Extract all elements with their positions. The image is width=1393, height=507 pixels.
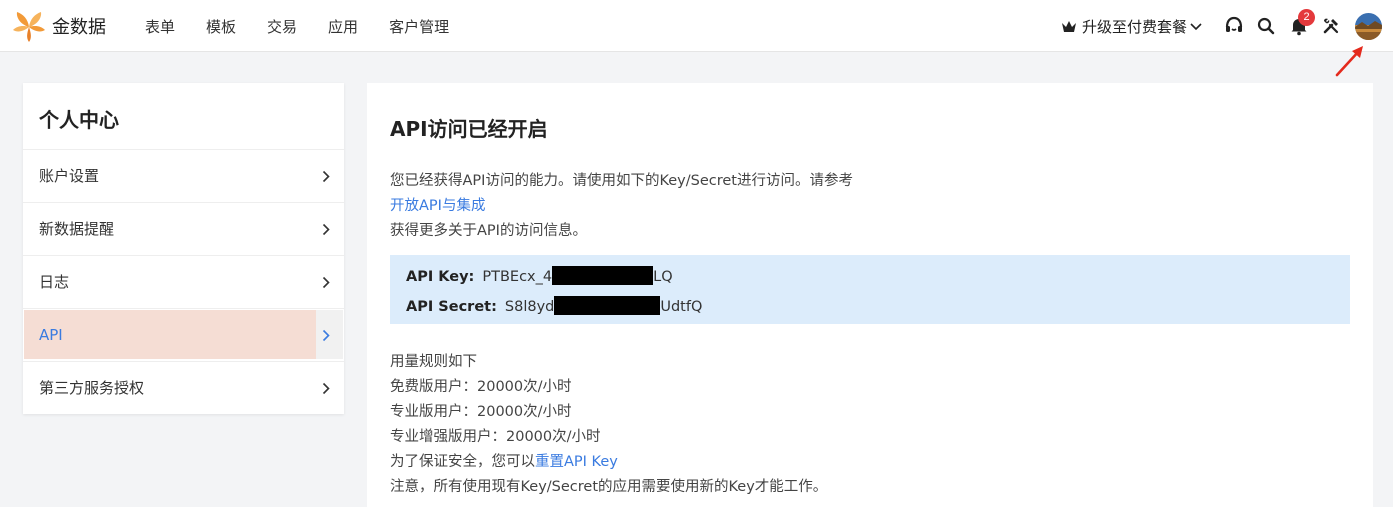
chevron-right-icon [322, 223, 330, 236]
sidebar-item-label: 第三方服务授权 [39, 379, 145, 397]
sidebar-item-logs[interactable]: 日志 [23, 256, 344, 309]
sidebar-item-label: 新数据提醒 [39, 220, 115, 238]
nav-templates[interactable]: 模板 [206, 16, 236, 37]
open-api-link[interactable]: 开放API与集成 [390, 194, 485, 215]
upgrade-dropdown[interactable]: 升级至付费套餐 [1061, 16, 1202, 37]
user-avatar[interactable] [1355, 13, 1382, 40]
top-navigation-bar: 金数据 表单 模板 交易 应用 客户管理 升级至付费套餐 2 [0, 0, 1393, 52]
chevron-down-icon [1190, 22, 1202, 30]
api-secret-suffix[interactable]: UdtfQ [660, 299, 702, 315]
chevron-right-icon [322, 276, 330, 289]
tools-icon[interactable] [1321, 16, 1341, 36]
main-nav: 表单 模板 交易 应用 客户管理 [145, 16, 480, 37]
sidebar-title: 个人中心 [23, 83, 344, 150]
nav-customer-management[interactable]: 客户管理 [389, 16, 449, 37]
security-line: 为了保证安全，您可以重置API Key [390, 450, 618, 471]
sidebar-item-label: API [39, 326, 63, 344]
chevron-right-icon [322, 382, 330, 395]
search-icon[interactable] [1256, 16, 1276, 36]
main-panel: API访问已经开启 您已经获得API访问的能力。请使用如下的Key/Secret… [367, 83, 1373, 507]
active-highlight [24, 310, 316, 359]
reset-api-key-link[interactable]: 重置API Key [535, 454, 618, 470]
redacted-bar [552, 266, 654, 285]
api-key-label: API Key: [406, 269, 475, 285]
nav-forms[interactable]: 表单 [145, 16, 175, 37]
sidebar-item-label: 日志 [39, 273, 70, 291]
sidebar-item-label: 账户设置 [39, 167, 100, 185]
nav-apps[interactable]: 应用 [328, 16, 358, 37]
api-key-row: API Key: PTBEcx_4 LQ [406, 266, 673, 285]
chevron-right-icon [322, 329, 330, 342]
app-name: 金数据 [52, 17, 106, 38]
sidebar-item-third-party-auth[interactable]: 第三方服务授权 [23, 362, 344, 415]
notice-text: 注意，所有使用现有Key/Secret的应用需要使用新的Key才能工作。 [390, 479, 828, 495]
crown-icon [1062, 20, 1076, 32]
nav-transactions[interactable]: 交易 [267, 16, 297, 37]
notification-badge: 2 [1298, 9, 1315, 26]
logo[interactable]: 金数据 [12, 9, 106, 43]
intro-more-text: 获得更多关于API的访问信息。 [390, 223, 587, 239]
sidebar: 个人中心 账户设置 新数据提醒 日志 API 第三方服务授权 [23, 83, 344, 414]
redacted-bar [554, 296, 661, 315]
api-credentials-box: API Key: PTBEcx_4 LQ API Secret: S8l8yd Udtf… [390, 255, 1350, 324]
sidebar-item-new-data-alerts[interactable]: 新数据提醒 [23, 203, 344, 256]
api-secret-row: API Secret: S8l8yd UdtfQ [406, 296, 702, 315]
customer-service-icon[interactable] [1224, 16, 1244, 36]
sidebar-item-account-settings[interactable]: 账户设置 [23, 150, 344, 203]
usage-free: 免费版用户：20000次/小时 [390, 379, 572, 395]
usage-title: 用量规则如下 [390, 354, 477, 370]
api-key-suffix[interactable]: LQ [653, 269, 673, 285]
logo-icon [13, 12, 45, 42]
red-arrow-annotation-icon [1335, 46, 1363, 77]
avatar-image [1355, 13, 1382, 40]
chevron-right-icon [322, 170, 330, 183]
api-secret-prefix[interactable]: S8l8yd [505, 299, 554, 315]
api-key-prefix[interactable]: PTBEcx_4 [482, 269, 552, 285]
usage-pro: 专业版用户：20000次/小时 [390, 404, 572, 420]
sidebar-item-api[interactable]: API [23, 309, 344, 362]
upgrade-label: 升级至付费套餐 [1082, 18, 1188, 36]
usage-pro-plus: 专业增强版用户：20000次/小时 [390, 429, 601, 445]
api-secret-label: API Secret: [406, 299, 497, 315]
security-text: 为了保证安全，您可以 [390, 454, 535, 470]
intro-text: 您已经获得API访问的能力。请使用如下的Key/Secret进行访问。请参考 [390, 173, 853, 189]
page-title: API访问已经开启 [390, 117, 548, 141]
